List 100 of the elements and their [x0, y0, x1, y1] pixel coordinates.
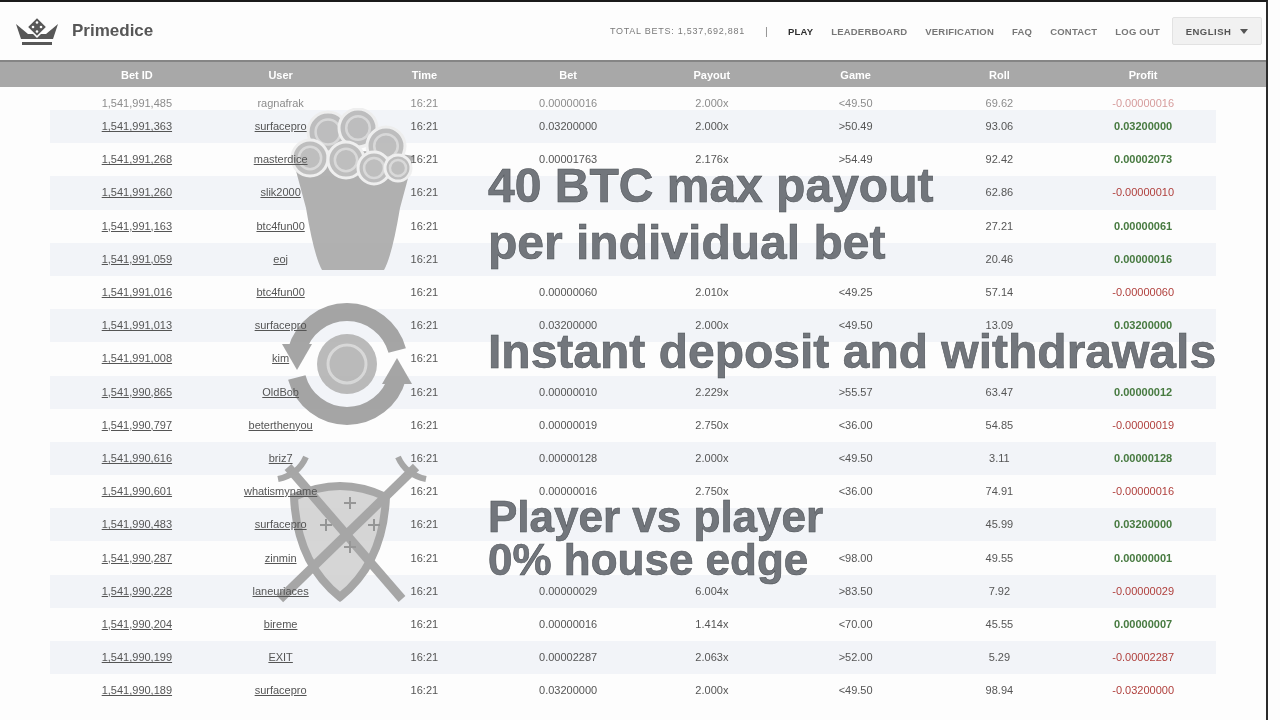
time-text: 16:21 [410, 584, 439, 598]
username-link[interactable]: surfacepro [254, 518, 307, 532]
time-text: 16:21 [410, 153, 439, 167]
bet-id-link[interactable]: 1,541,991,013 [101, 319, 173, 333]
bet-amount: 0.00000060 [539, 286, 598, 300]
payout-multiplier: 2.000x [695, 120, 729, 134]
profit-amount: 0.03200000 [1114, 319, 1173, 333]
roll-value: 45.99 [985, 518, 1014, 532]
language-dropdown[interactable]: ENGLISH [1172, 17, 1262, 45]
profit-amount: -0.00000016 [1112, 97, 1174, 110]
roll-value: 57.14 [985, 286, 1014, 300]
bet-id-link[interactable]: 1,541,991,260 [101, 186, 173, 200]
game-target: <49.50 [838, 97, 873, 110]
caret-icon [1240, 28, 1249, 34]
username-link[interactable]: kim [272, 352, 290, 366]
username-link[interactable]: whatismyname [243, 485, 318, 499]
bet-id-link[interactable]: 1,541,990,616 [101, 451, 173, 465]
bet-id-link[interactable]: 1,541,990,865 [101, 385, 173, 399]
time-text: 16:21 [410, 617, 439, 631]
bet-id-link[interactable]: 1,541,990,797 [101, 418, 173, 432]
roll-value: 62.86 [985, 186, 1014, 200]
nav-link[interactable]: LOG OUT [1115, 25, 1160, 37]
bet-amount: 0.00000010 [539, 385, 598, 399]
bet-id-link[interactable]: 1,541,991,008 [101, 352, 173, 366]
payout-multiplier: 2.750x [695, 418, 729, 432]
bet-id-link[interactable]: 1,541,990,199 [101, 651, 173, 665]
time-text: 16:21 [410, 418, 439, 432]
profit-amount: 0.00000061 [1114, 219, 1173, 233]
time-text: 16:21 [410, 385, 439, 399]
profit-amount: 0.03200000 [1114, 120, 1173, 134]
username-link[interactable]: zinmin [264, 551, 297, 565]
username-link[interactable]: laneuriaces [252, 584, 309, 598]
username-link[interactable]: bireme [263, 617, 298, 631]
game-target: <49.50 [838, 451, 873, 465]
game-target: >54.49 [838, 153, 873, 167]
time-text: 16:21 [410, 684, 439, 698]
profit-amount: -0.00000010 [1112, 186, 1174, 200]
bet-amount: 0.00000016 [539, 617, 598, 631]
roll-value: 27.21 [985, 219, 1014, 233]
brand-name: Primedice [72, 21, 154, 41]
bet-id-link[interactable]: 1,541,990,204 [101, 617, 173, 631]
profit-amount: -0.00000029 [1112, 584, 1174, 598]
game-target: <36.00 [838, 418, 873, 432]
payout-multiplier: 1.414x [695, 617, 729, 631]
bet-amount: 0.00000019 [539, 418, 598, 432]
nav-link[interactable]: FAQ [1012, 25, 1033, 37]
username-link[interactable]: beterthenyou [248, 418, 313, 432]
game-target: >55.57 [838, 385, 873, 399]
time-text: 16:21 [410, 518, 439, 532]
bet-id-link[interactable]: 1,541,991,059 [101, 252, 173, 266]
payout-multiplier: 2.010x [695, 286, 729, 300]
username-link[interactable]: EXIT [268, 651, 293, 665]
username-link[interactable]: surfacepro [254, 684, 307, 698]
bet-id-link[interactable]: 1,541,990,189 [101, 684, 173, 698]
promo-caption: per individual bet [487, 223, 887, 271]
username-link[interactable]: slik2000 [260, 186, 301, 200]
roll-value: 74.91 [985, 485, 1014, 499]
column-header: Profit [1128, 68, 1158, 81]
nav-link[interactable]: VERIFICATION [925, 25, 995, 37]
bet-id-link[interactable]: 1,541,991,363 [101, 120, 173, 134]
bet-id-link[interactable]: 1,541,990,483 [101, 518, 173, 532]
username-link[interactable]: eoj [273, 252, 288, 266]
username-link[interactable]: btc4fun00 [256, 219, 305, 233]
username-link[interactable]: surfacepro [254, 319, 307, 333]
profit-amount: 0.00000016 [1114, 252, 1173, 266]
time-text: 16:21 [410, 286, 439, 300]
column-header: Roll [989, 68, 1010, 81]
bet-id-link[interactable]: 1,541,991,016 [101, 286, 173, 300]
roll-value: 49.55 [985, 551, 1014, 565]
username-link[interactable]: OldBob [262, 385, 299, 399]
time-text: 16:21 [410, 485, 439, 499]
username-link[interactable]: masterdice [253, 153, 308, 167]
column-header: Bet ID [121, 68, 153, 81]
roll-value: 93.06 [985, 120, 1014, 134]
time-text: 16:21 [410, 651, 439, 665]
nav-link[interactable]: PLAY [787, 25, 814, 37]
username-link[interactable]: surfacepro [254, 120, 307, 134]
time-text: 16:21 [410, 551, 439, 565]
time-text: 16:21 [410, 451, 439, 465]
bet-id-link[interactable]: 1,541,991,163 [101, 219, 173, 233]
bet-amount: 0.00000128 [539, 451, 598, 465]
payout-multiplier: 2.000x [695, 97, 729, 110]
payout-multiplier: 2.000x [695, 319, 729, 333]
bet-id-link[interactable]: 1,541,990,601 [101, 485, 173, 499]
game-target: <49.25 [838, 286, 873, 300]
roll-value: 45.55 [985, 617, 1014, 631]
bet-id-link[interactable]: 1,541,990,287 [101, 551, 173, 565]
payout-multiplier: 2.000x [695, 451, 729, 465]
nav-link[interactable]: LEADERBOARD [831, 25, 908, 37]
game-target: <36.00 [838, 485, 873, 499]
bet-amount: 0.03200000 [539, 684, 598, 698]
username-link[interactable]: briz7 [268, 451, 293, 465]
game-target: >52.00 [838, 651, 873, 665]
game-target: <49.50 [838, 319, 873, 333]
bet-amount: 0.03200000 [539, 319, 598, 333]
nav-link[interactable]: CONTACT [1050, 25, 1098, 37]
bet-id-link[interactable]: 1,541,991,268 [101, 153, 173, 167]
profit-amount: 0.00002073 [1114, 153, 1173, 167]
username-link[interactable]: btc4fun00 [256, 286, 305, 300]
bet-id-link[interactable]: 1,541,990,228 [101, 584, 173, 598]
